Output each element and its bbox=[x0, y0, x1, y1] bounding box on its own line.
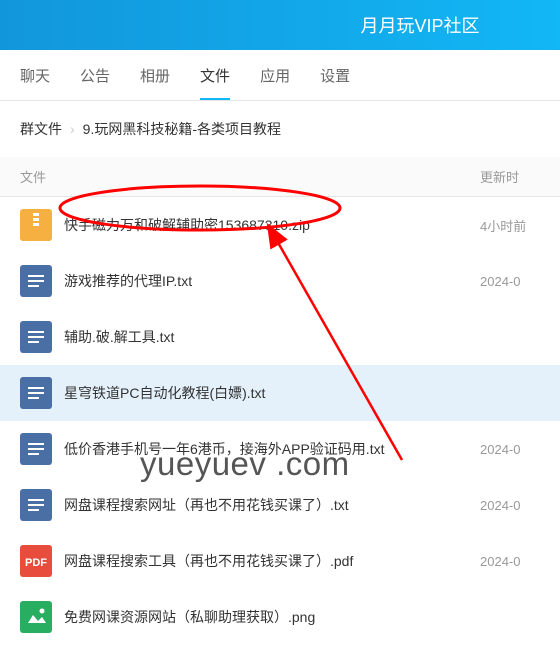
txt-file-icon bbox=[20, 377, 52, 409]
file-row[interactable]: PDF 网盘课程搜索工具（再也不用花钱买课了）.pdf2024-0 bbox=[0, 533, 560, 589]
file-time: 4小时前 bbox=[480, 216, 540, 235]
tab-settings[interactable]: 设置 bbox=[320, 65, 350, 100]
file-name: 星穹铁道PC自动化教程(白嫖).txt bbox=[64, 383, 480, 403]
file-row[interactable]: 低价香港手机号一年6港币，接海外APP验证码用.txt2024-0 bbox=[0, 421, 560, 477]
column-name[interactable]: 文件 bbox=[20, 167, 480, 186]
tab-bar: 聊天 公告 相册 文件 应用 设置 bbox=[0, 50, 560, 101]
file-name: 低价香港手机号一年6港币，接海外APP验证码用.txt bbox=[64, 439, 480, 459]
svg-text:PDF: PDF bbox=[25, 557, 47, 569]
pdf-file-icon: PDF bbox=[20, 545, 52, 577]
breadcrumb: 群文件 › 9.玩网黑科技秘籍-各类项目教程 bbox=[0, 101, 560, 157]
chevron-right-icon: › bbox=[70, 121, 75, 137]
tab-announce[interactable]: 公告 bbox=[80, 65, 110, 100]
file-row[interactable]: 星穹铁道PC自动化教程(白嫖).txt bbox=[0, 365, 560, 421]
file-time: 2024-0 bbox=[480, 554, 540, 569]
tab-files[interactable]: 文件 bbox=[200, 65, 230, 100]
txt-file-icon bbox=[20, 489, 52, 521]
breadcrumb-current: 9.玩网黑科技秘籍-各类项目教程 bbox=[83, 119, 281, 139]
file-row[interactable]: 网盘课程搜索网址（再也不用花钱买课了）.txt2024-0 bbox=[0, 477, 560, 533]
tab-apps[interactable]: 应用 bbox=[260, 65, 290, 100]
file-row[interactable]: 辅助.破.解工具.txt bbox=[0, 309, 560, 365]
file-name: 网盘课程搜索工具（再也不用花钱买课了）.pdf bbox=[64, 551, 480, 571]
file-name: 免费网课资源网站（私聊助理获取）.png bbox=[64, 607, 480, 627]
tab-album[interactable]: 相册 bbox=[140, 65, 170, 100]
file-time: 2024-0 bbox=[480, 498, 540, 513]
breadcrumb-root[interactable]: 群文件 bbox=[20, 119, 62, 139]
column-time[interactable]: 更新时 bbox=[480, 167, 540, 186]
zip-file-icon bbox=[20, 209, 52, 241]
header-title: 月月玩VIP社区 bbox=[360, 12, 479, 38]
file-name: 网盘课程搜索网址（再也不用花钱买课了）.txt bbox=[64, 495, 480, 515]
table-header: 文件 更新时 bbox=[0, 157, 560, 197]
window-header: 月月玩VIP社区 bbox=[0, 0, 560, 50]
file-time: 2024-0 bbox=[480, 442, 540, 457]
file-time: 2024-0 bbox=[480, 274, 540, 289]
file-row[interactable]: 快手磁力万和破解辅助密153687310.zip4小时前 bbox=[0, 197, 560, 253]
file-row[interactable]: 免费网课资源网站（私聊助理获取）.png bbox=[0, 589, 560, 645]
png-file-icon bbox=[20, 601, 52, 633]
file-list: 快手磁力万和破解辅助密153687310.zip4小时前游戏推荐的代理IP.tx… bbox=[0, 197, 560, 645]
txt-file-icon bbox=[20, 433, 52, 465]
tab-chat[interactable]: 聊天 bbox=[20, 65, 50, 100]
txt-file-icon bbox=[20, 321, 52, 353]
file-name: 快手磁力万和破解辅助密153687310.zip bbox=[64, 215, 480, 235]
file-name: 辅助.破.解工具.txt bbox=[64, 327, 480, 347]
file-name: 游戏推荐的代理IP.txt bbox=[64, 271, 480, 291]
txt-file-icon bbox=[20, 265, 52, 297]
file-row[interactable]: 游戏推荐的代理IP.txt2024-0 bbox=[0, 253, 560, 309]
